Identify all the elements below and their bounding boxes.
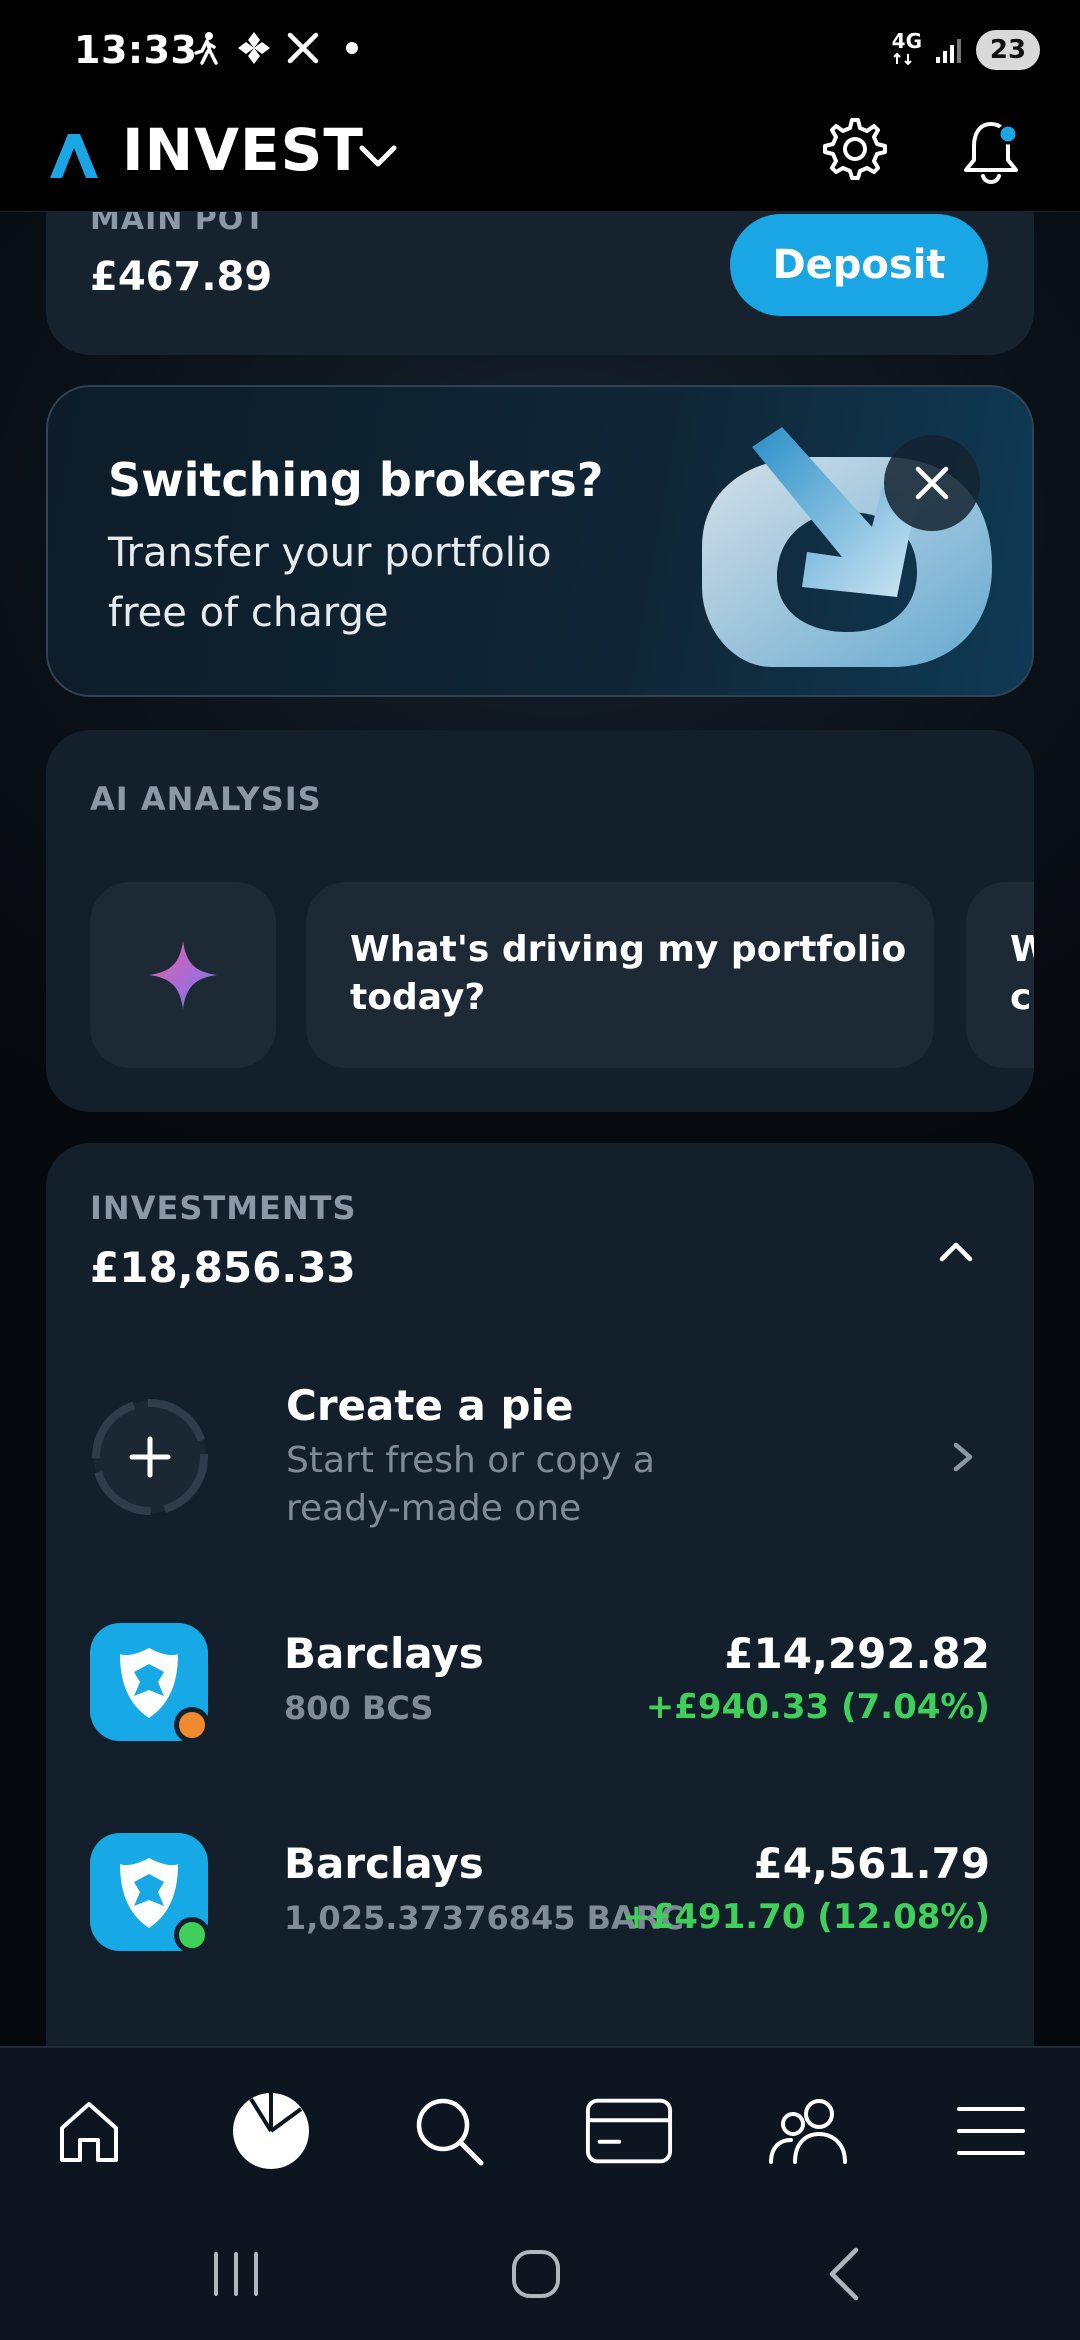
nav-search[interactable] <box>404 2086 494 2176</box>
promo-subtitle: Transfer your portfolio free of charge <box>108 530 552 636</box>
nav-card[interactable] <box>584 2086 674 2176</box>
home-icon <box>60 2102 118 2162</box>
switching-brokers-promo[interactable]: Switching brokers? Transfer your portfol… <box>46 385 1034 697</box>
network-type: 4G <box>892 31 922 68</box>
bell-icon[interactable] <box>956 114 1026 190</box>
home-button-icon[interactable] <box>506 2244 566 2304</box>
x-app-icon <box>287 32 319 64</box>
search-icon <box>416 2098 484 2166</box>
back-icon[interactable] <box>816 2244 876 2304</box>
create-pie-row[interactable]: Create a pie Start fresh or copy a ready… <box>90 1375 990 1535</box>
holding-change: +£491.70 (12.08%) <box>622 1897 990 1937</box>
status-bar: 13:33 4G 23 <box>0 0 1080 100</box>
bottom-navigation <box>0 2046 1080 2218</box>
bank-logo-icon <box>238 32 270 64</box>
investments-total: £18,856.33 <box>90 1243 356 1292</box>
holding-status-dot <box>174 1917 210 1953</box>
ai-prompt-text: What's driving my portfolio today? <box>350 929 907 1018</box>
account-switcher-title[interactable]: INVEST <box>122 116 364 184</box>
ai-analysis-label: AI ANALYSIS <box>90 780 322 818</box>
chevron-down-icon[interactable] <box>354 132 402 180</box>
menu-icon <box>957 2107 1025 2155</box>
close-promo-button[interactable] <box>884 435 980 531</box>
holding-change: +£940.33 (7.04%) <box>645 1687 990 1727</box>
ai-prompt-text: W c <box>1010 929 1034 1018</box>
holding-status-dot <box>174 1707 210 1743</box>
holding-name: Barclays <box>284 1629 484 1678</box>
ai-prompt-chip[interactable]: What's driving my portfolio today? <box>306 882 934 1068</box>
holding-name: Barclays <box>284 1839 484 1888</box>
holding-quantity: 800 BCS <box>284 1689 434 1727</box>
sparkle-icon <box>149 941 217 1009</box>
nav-home[interactable] <box>44 2086 134 2176</box>
walking-icon <box>194 32 218 65</box>
system-status: 4G 23 <box>892 30 1040 70</box>
create-pie-title: Create a pie <box>286 1381 574 1430</box>
system-navigation-bar <box>0 2218 1080 2340</box>
notification-icons <box>192 30 358 66</box>
deposit-button[interactable]: Deposit <box>730 214 988 316</box>
battery-indicator: 23 <box>976 30 1040 70</box>
holding-row[interactable]: Barclays 1,025.37376845 BARC £4,561.79 +… <box>90 1833 990 1953</box>
add-pie-icon <box>92 1399 208 1515</box>
holding-value: £14,292.82 <box>724 1629 990 1678</box>
create-pie-subtitle: Start fresh or copy a ready-made one <box>286 1440 655 1529</box>
ai-analysis-card: AI ANALYSIS What's driving my portfolio … <box>46 730 1034 1112</box>
promo-title: Switching brokers? <box>108 453 604 507</box>
nav-social[interactable] <box>764 2086 854 2176</box>
more-notifications-dot <box>346 42 358 54</box>
ai-prompt-chip-next[interactable]: W c <box>966 882 1034 1068</box>
gear-icon[interactable] <box>820 114 890 184</box>
chevron-right-icon <box>953 1442 973 1472</box>
main-pot-value: £467.89 <box>90 254 273 300</box>
signal-icon <box>936 39 961 63</box>
holding-row[interactable]: Barclays 800 BCS £14,292.82 +£940.33 (7.… <box>90 1623 990 1743</box>
nav-portfolio[interactable] <box>226 2086 316 2176</box>
close-icon <box>915 466 949 500</box>
app-header: INVEST <box>0 100 1080 212</box>
ai-sparkle-button[interactable] <box>90 882 276 1068</box>
app-screen: 13:33 4G 23 INVEST MAIN POT £467.89 Depo… <box>0 0 1080 2340</box>
pie-chart-icon <box>233 2093 309 2169</box>
investments-card: INVESTMENTS £18,856.33 Create a pie Star… <box>46 1143 1034 2143</box>
investments-label: INVESTMENTS <box>90 1189 357 1227</box>
chevron-up-icon[interactable] <box>934 1231 978 1275</box>
people-icon <box>769 2099 847 2164</box>
status-time: 13:33 <box>74 28 198 72</box>
recent-apps-icon[interactable] <box>206 2244 266 2304</box>
card-icon <box>585 2098 673 2164</box>
holding-value: £4,561.79 <box>753 1839 990 1888</box>
nav-menu[interactable] <box>946 2086 1036 2176</box>
brand-logo-icon <box>50 134 98 178</box>
